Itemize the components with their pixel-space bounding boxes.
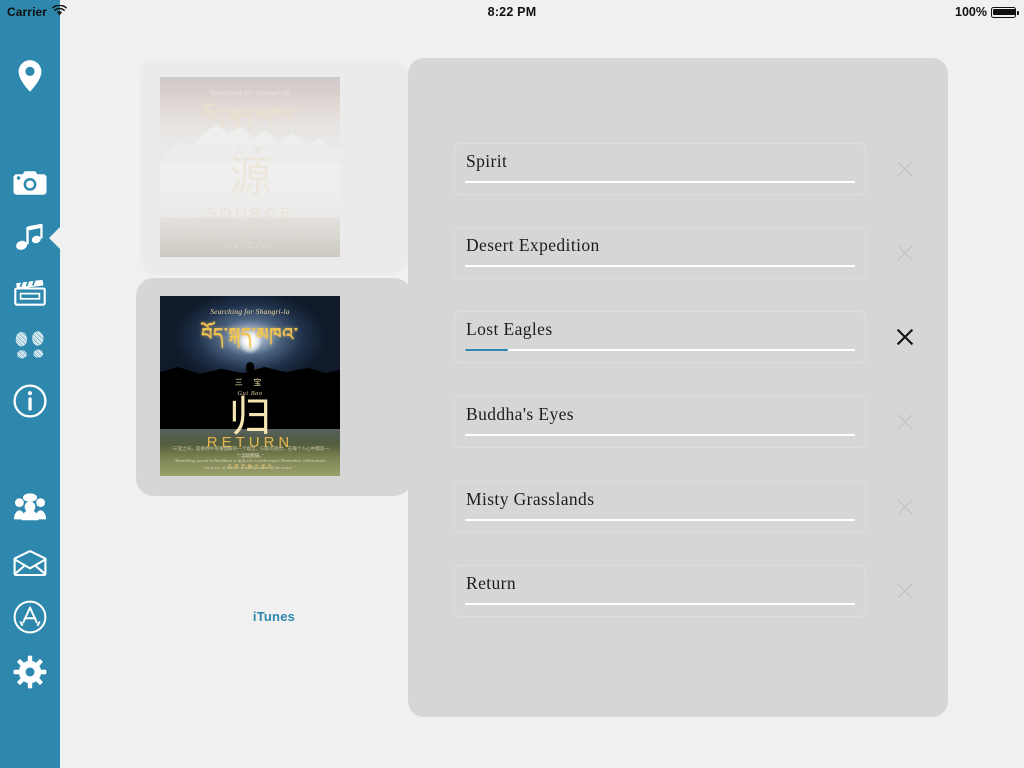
location-pin-icon bbox=[16, 59, 44, 93]
track-progress-fill bbox=[465, 348, 508, 351]
album-cover-source[interactable]: Searching for Shangri-la བོད་སྐད་མཁའ་ 三 … bbox=[160, 77, 340, 257]
status-bar-clock: 8:22 PM bbox=[487, 5, 537, 19]
app-root: Carrier 8:22 PM 100% Searching for Shang… bbox=[0, 0, 1024, 768]
sidebar-item-settings[interactable] bbox=[0, 646, 60, 698]
track-close-button[interactable] bbox=[892, 578, 918, 604]
close-x-icon bbox=[897, 583, 913, 599]
album-chinese-title: 源 bbox=[228, 152, 271, 202]
sidebar-item-trails[interactable] bbox=[0, 320, 60, 372]
sidebar-item-info[interactable] bbox=[0, 375, 60, 427]
track-close-button[interactable] bbox=[892, 324, 918, 350]
album-tibetan-title: བོད་སྐད་མཁའ་ bbox=[201, 324, 299, 345]
track-progress-bar[interactable] bbox=[465, 518, 855, 521]
battery-percent-label: 100% bbox=[955, 5, 987, 19]
track-close-button[interactable] bbox=[892, 494, 918, 520]
sidebar-item-photos[interactable] bbox=[0, 156, 60, 208]
envelope-icon bbox=[13, 550, 47, 576]
track-title: Buddha's Eyes bbox=[466, 404, 574, 424]
footprints-icon bbox=[14, 330, 46, 362]
track-title: Spirit bbox=[466, 151, 508, 171]
track-row[interactable]: Spirit bbox=[454, 143, 866, 195]
camera-icon bbox=[13, 169, 47, 196]
track-progress-bar[interactable] bbox=[465, 180, 855, 183]
close-x-icon bbox=[896, 328, 914, 346]
track-row[interactable]: Desert Expedition bbox=[454, 227, 866, 279]
track-close-button[interactable] bbox=[892, 156, 918, 182]
sidebar-item-people[interactable] bbox=[0, 480, 60, 532]
track-title: Misty Grasslands bbox=[466, 489, 595, 509]
info-circle-icon bbox=[13, 384, 47, 418]
app-store-icon bbox=[13, 600, 47, 634]
close-x-icon bbox=[897, 245, 913, 261]
sidebar bbox=[0, 24, 60, 768]
track-title: Lost Eagles bbox=[466, 319, 553, 339]
album-publisher-label: 云 南 音 像 出 版 社 bbox=[227, 245, 273, 251]
close-x-icon bbox=[897, 161, 913, 177]
track-close-button[interactable] bbox=[892, 409, 918, 435]
wifi-icon bbox=[52, 3, 67, 21]
tracklist-panel: Spirit Desert Expedition Lost Eagles Bud… bbox=[408, 58, 948, 717]
album-publisher-label: 云 南 音 像 出 版 社 bbox=[227, 464, 273, 470]
sidebar-item-map[interactable] bbox=[0, 50, 60, 102]
status-bar: Carrier 8:22 PM 100% bbox=[0, 0, 1024, 24]
film-clapper-icon bbox=[14, 278, 46, 306]
track-row[interactable]: Lost Eagles bbox=[454, 311, 866, 363]
sidebar-item-mail[interactable] bbox=[0, 537, 60, 589]
sidebar-selection-pointer bbox=[49, 227, 60, 249]
album-art-source-scene: Searching for Shangri-la བོད་སྐད་མཁའ་ 三 … bbox=[160, 77, 340, 257]
battery-icon bbox=[991, 6, 1019, 18]
group-people-icon bbox=[13, 492, 47, 521]
album-chinese-subtitle: 三 宝 bbox=[234, 378, 266, 387]
track-row[interactable]: Misty Grasslands bbox=[454, 481, 866, 533]
carrier-label: Carrier bbox=[7, 5, 48, 19]
track-progress-bar[interactable] bbox=[465, 264, 855, 267]
music-note-icon bbox=[15, 223, 45, 253]
carrier-group: Carrier bbox=[7, 0, 67, 24]
album-cover-return[interactable]: Searching for Shangri-la བོད་སྐད་མཁའ་ 三 … bbox=[160, 296, 340, 476]
track-title: Desert Expedition bbox=[466, 235, 600, 255]
battery-group: 100% bbox=[955, 0, 1019, 24]
sidebar-item-appstore[interactable] bbox=[0, 591, 60, 643]
album-chinese-title: 归 bbox=[228, 391, 271, 441]
track-progress-bar[interactable] bbox=[465, 602, 855, 605]
close-x-icon bbox=[897, 499, 913, 515]
track-row[interactable]: Return bbox=[454, 565, 866, 617]
track-title: Return bbox=[466, 573, 517, 593]
itunes-store-link[interactable]: iTunes bbox=[136, 609, 412, 624]
track-row[interactable]: Buddha's Eyes bbox=[454, 396, 866, 448]
close-x-icon bbox=[897, 414, 913, 430]
album-tibetan-title: བོད་སྐད་མཁའ་ bbox=[201, 105, 299, 126]
track-close-button[interactable] bbox=[892, 240, 918, 266]
battery-fill bbox=[993, 8, 1016, 16]
album-art-return-scene: Searching for Shangri-la བོད་སྐད་མཁའ་ 三 … bbox=[160, 296, 340, 476]
sidebar-item-video[interactable] bbox=[0, 266, 60, 318]
gear-icon bbox=[13, 655, 47, 689]
track-progress-bar[interactable] bbox=[465, 348, 855, 351]
track-progress-bar[interactable] bbox=[465, 433, 855, 436]
